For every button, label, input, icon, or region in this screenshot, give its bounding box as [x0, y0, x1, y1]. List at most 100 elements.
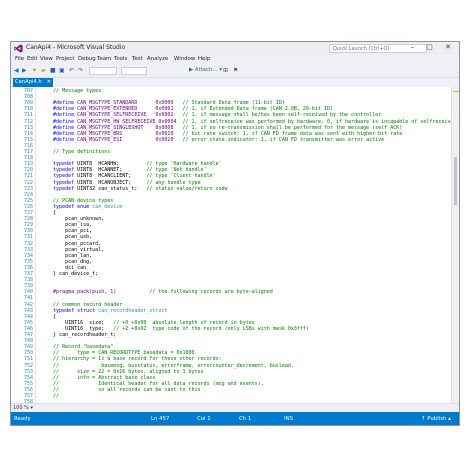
code-token: typedef	[41, 173, 78, 180]
status-char: Ch 1	[239, 416, 252, 422]
horizontal-scrollbar[interactable]: 100 % ▾	[11, 403, 459, 412]
code-token: // hierarchy = Is a base record for thes…	[41, 356, 222, 363]
code-token: CAN_MSGTYPE_SINGLESHOT 0x0008	[77, 124, 183, 131]
code-token: CAN_MSGTYPE_STANDARD 0x0000	[77, 100, 183, 107]
save-all-icon[interactable]: ▣	[59, 67, 65, 74]
code-token: // common record header	[41, 301, 123, 308]
code-token: pcan_isa,	[41, 222, 93, 229]
code-token: UINT16 size;	[41, 319, 114, 326]
code-token: // status value/return code	[146, 185, 228, 192]
code-token: dci_can	[41, 264, 87, 271]
close-icon[interactable]: ✕	[47, 78, 51, 87]
code-token: // Standard Data frame (11-bit ID)	[182, 100, 285, 107]
toolbar-extra-icon[interactable]: ⊞	[223, 67, 228, 74]
code-token: // PCAN device types	[41, 197, 114, 204]
document-tab-strip: CanApi4.h ✕	[11, 78, 459, 87]
status-ready: Ready	[14, 416, 31, 422]
status-line: Ln 457	[151, 416, 170, 422]
code-token: // basemsg, busstatus, errorframe, error…	[41, 362, 294, 369]
code-token: UINT8 HCANHW;	[77, 161, 147, 168]
code-token: typedef struct	[41, 307, 99, 314]
code-token: // size = 22 = 0x16 bytes, aligned to 1 …	[41, 368, 204, 375]
code-token: pcan_virtual,	[41, 246, 105, 253]
code-token: // 1, if selfreceive was performed by ha…	[182, 118, 454, 125]
open-folder-icon[interactable]: ▰	[41, 67, 46, 74]
code-token: can_device	[92, 203, 123, 210]
attach-button[interactable]: ▶ Attach... ▾	[189, 67, 222, 73]
code-token: typedef	[41, 179, 78, 186]
publish-button[interactable]: ↑ Publish ▴	[421, 416, 451, 422]
save-icon[interactable]: ■	[50, 67, 56, 74]
forward-icon[interactable]: ▶	[22, 67, 27, 74]
undo-icon[interactable]: ↶	[69, 67, 74, 74]
code-token: UINT8 HCANNET;	[77, 167, 147, 174]
code-token: // Identical header for all data records…	[41, 380, 264, 387]
tab-label: CanApi4.h	[15, 79, 42, 85]
code-token: UINT16 type;	[41, 325, 114, 332]
code-token: // any handle type	[146, 179, 201, 186]
vertical-scrollbar[interactable]	[451, 87, 459, 403]
code-token: // error state indicator: 1, if CAN FD t…	[182, 136, 385, 143]
code-token: #define	[41, 106, 78, 113]
menu-debug[interactable]: Debug	[78, 56, 96, 62]
code-token: // +0 +0x00 absolute length of record in…	[113, 319, 255, 326]
code-token: } can_device_t;	[41, 271, 99, 277]
menu-file[interactable]: File	[15, 56, 24, 62]
code-token: // Message types	[41, 88, 102, 94]
code-token: CAN_MSGTYPE_BRS 0x0010	[77, 130, 183, 137]
menu-team[interactable]: Team	[97, 56, 111, 62]
code-token: UINT8 HCANOBJECT;	[77, 179, 147, 186]
code-token: #define	[41, 112, 78, 119]
code-token: typedef	[41, 161, 78, 168]
menu-window[interactable]: Window	[174, 56, 195, 62]
new-project-icon[interactable]: ✦	[32, 67, 37, 74]
code-token: pcan_pci,	[41, 228, 93, 235]
code-token: // info = Abstract base class	[41, 374, 156, 381]
code-editor[interactable]: 707 // Message types 708 709 #define CAN_M…	[11, 87, 459, 405]
title-bar: CanApi4 - Microsoft Visual Studio Quick …	[11, 42, 459, 55]
code-token: CAN_MSGTYPE_ESI 0x0020	[77, 136, 183, 143]
scrollbar-marker	[453, 91, 459, 92]
menu-bar: File Edit View Project Debug Team Tools …	[11, 55, 459, 65]
menu-project[interactable]: Project	[56, 56, 74, 62]
code-token: // Type definitions	[41, 149, 111, 155]
tab-canapi4-h[interactable]: CanApi4.h ✕	[13, 78, 53, 87]
code-token: UINT8 HCANCLIENT;	[77, 173, 147, 180]
code-token: // type 'Hardware handle'	[146, 161, 222, 168]
code-token: CAN_MSGTYPE_EXTENDED 0x0001	[77, 106, 183, 113]
code-token: // 1, if message shall be/has been self-…	[182, 112, 382, 119]
code-token: typedef enum	[41, 203, 93, 210]
code-token: #define	[41, 118, 78, 125]
toolbar-bookmark-icon[interactable]: ⚑	[233, 67, 238, 74]
menu-tools[interactable]: Tools	[114, 56, 127, 62]
code-token: // the following records are byte-aligne…	[149, 289, 273, 296]
menu-test[interactable]: Test	[132, 56, 143, 62]
code-token: #define	[41, 124, 78, 131]
back-icon[interactable]: ◀	[14, 67, 19, 74]
solution-configuration-dropdown[interactable]	[89, 67, 117, 75]
code-token: {	[41, 313, 57, 320]
code-token: pcan_pccard,	[41, 240, 102, 247]
toolbar: ◀ ▶ ✦ ▰ ■ ▣ ↶ ↷ ▶ Attach... ▾ ⊞ ⚑	[11, 65, 459, 78]
code-token: // type = CAN_RECORDTYPE_basedata = 0x10…	[41, 350, 195, 357]
code-token: #pragma pack(push, 1)	[41, 289, 150, 296]
code-token: // 1, if no re-transmission shall be per…	[182, 124, 403, 131]
redo-icon[interactable]: ↷	[78, 67, 83, 74]
code-token: #define	[41, 100, 78, 107]
code-token: pcan_unknown,	[41, 216, 105, 223]
code-token: // bit rate switch: 1, if CAN FD frame d…	[182, 130, 403, 137]
window-controls[interactable]: – ▢ ✕	[411, 43, 456, 51]
code-token: CAN_MSGTYPE_HW_SELFRECEIVE 0x0004	[77, 118, 183, 125]
code-token: #define	[41, 136, 78, 143]
solution-platform-dropdown[interactable]	[121, 67, 147, 75]
code-token: //	[41, 393, 60, 399]
scrollbar-thumb[interactable]	[454, 157, 457, 205]
menu-edit[interactable]: Edit	[27, 56, 37, 62]
menu-analyze[interactable]: Analyze	[147, 56, 168, 62]
code-token: pcan_dng,	[41, 258, 93, 265]
zoom-level-dropdown[interactable]: 100 % ▾	[13, 405, 33, 411]
menu-help[interactable]: Help	[198, 56, 210, 62]
menu-view[interactable]: View	[40, 56, 53, 62]
code-token: pcan_usb,	[41, 234, 93, 241]
status-insert-mode: INS	[284, 416, 294, 422]
